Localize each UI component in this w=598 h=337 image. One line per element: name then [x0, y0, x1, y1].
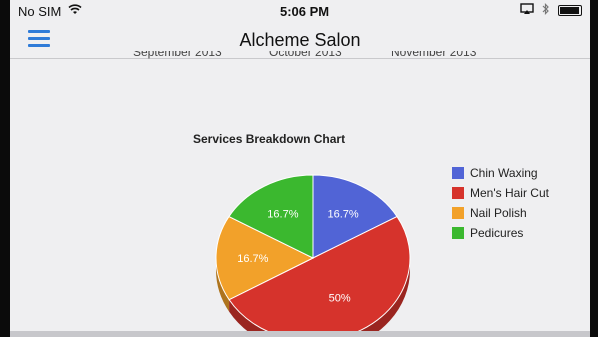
legend-item[interactable]: Men's Hair Cut: [452, 183, 549, 203]
chart-legend: Chin Waxing Men's Hair Cut Nail Polish P…: [452, 163, 549, 243]
legend-label: Men's Hair Cut: [470, 186, 549, 200]
legend-swatch: [452, 227, 464, 239]
legend-swatch: [452, 187, 464, 199]
pie-data-label: 16.7%: [267, 208, 298, 220]
legend-swatch: [452, 167, 464, 179]
legend-label: Chin Waxing: [470, 166, 538, 180]
app-screen: No SIM 5:06 PM Alcheme Salon September 2…: [10, 0, 590, 337]
bottom-divider: [10, 331, 590, 337]
legend-label: Nail Polish: [470, 206, 527, 220]
legend-swatch: [452, 207, 464, 219]
legend-item[interactable]: Nail Polish: [452, 203, 549, 223]
legend-item[interactable]: Chin Waxing: [452, 163, 549, 183]
pie-data-label: 16.7%: [327, 208, 358, 220]
legend-item[interactable]: Pedicures: [452, 223, 549, 243]
pie-data-label: 50%: [329, 293, 351, 305]
legend-label: Pedicures: [470, 226, 524, 240]
pie-data-label: 16.7%: [237, 253, 268, 265]
